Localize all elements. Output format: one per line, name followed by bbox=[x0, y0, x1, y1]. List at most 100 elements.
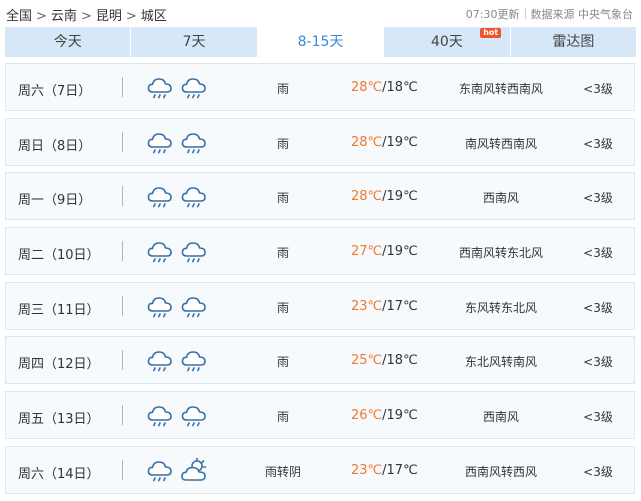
rain-cloud-icon bbox=[181, 296, 206, 318]
forecast-day: 周一（9日） bbox=[18, 193, 92, 209]
weather-text: 雨转阴 bbox=[264, 464, 301, 479]
weather-icons bbox=[146, 402, 216, 430]
tab-label: 7天 bbox=[182, 34, 206, 50]
rain-cloud-icon bbox=[147, 242, 172, 263]
breadcrumb-city[interactable]: 昆明 bbox=[96, 9, 122, 24]
tab-8-15-days[interactable]: 8-15天 bbox=[257, 27, 385, 57]
row-divider bbox=[122, 295, 123, 316]
rain-cloud-icon bbox=[147, 406, 172, 427]
data-source: 数据来源 中央气象台 bbox=[530, 8, 634, 21]
breadcrumb-separator: > bbox=[125, 9, 137, 24]
weather-icons bbox=[146, 457, 216, 485]
temperature: 26℃/19℃ bbox=[351, 408, 418, 423]
forecast-day: 周五（13日） bbox=[18, 412, 100, 428]
forecast-day: 周二（10日） bbox=[18, 248, 100, 264]
wind-direction: 东北风转南风 bbox=[464, 355, 537, 370]
tab-40-days[interactable]: 40天 hot bbox=[384, 27, 511, 57]
forecast-tabs: 今天 7天 8-15天 40天 hot 雷达图 bbox=[5, 27, 636, 57]
forecast-row: 周二（10日） 雨 27℃/19℃ 西南风转东北风 <3级 bbox=[5, 227, 635, 276]
row-divider bbox=[122, 350, 123, 371]
temperature: 28℃/19℃ bbox=[351, 135, 418, 150]
update-meta: 07:30更新 数据来源 中央气象台 bbox=[466, 6, 633, 22]
breadcrumb-province[interactable]: 云南 bbox=[51, 9, 77, 24]
wind-level: <3级 bbox=[583, 82, 613, 96]
breadcrumb-district: 城区 bbox=[140, 9, 167, 24]
forecast-day: 周六（14日） bbox=[18, 466, 100, 482]
rain-cloud-icon bbox=[147, 461, 172, 482]
tab-label: 8-15天 bbox=[297, 34, 344, 50]
weather-text: 雨 bbox=[276, 410, 289, 425]
row-divider bbox=[122, 77, 123, 97]
tab-label: 40天 bbox=[431, 34, 463, 50]
forecast-list: 周六（7日）雨 28℃/18℃ 东南风转西南风 <3级 周日（8日）雨 28℃/19℃ 南风… bbox=[5, 63, 635, 501]
wind-level: <3级 bbox=[583, 355, 613, 370]
high-temp: 23℃ bbox=[351, 462, 383, 478]
forecast-row: 周五（13日） 雨 26℃/19℃ 西南风 <3级 bbox=[5, 391, 635, 440]
tab-today[interactable]: 今天 bbox=[5, 27, 132, 57]
temperature: 23℃/17℃ bbox=[351, 463, 418, 478]
wind-direction: 西南风转西风 bbox=[464, 464, 537, 479]
wind-direction: 西南风 bbox=[482, 191, 519, 206]
rain-cloud-icon bbox=[181, 132, 206, 154]
rain-cloud-icon bbox=[181, 242, 206, 263]
forecast-day: 周四（12日） bbox=[18, 357, 100, 373]
weather-text: 雨 bbox=[276, 82, 289, 96]
weather-text: 雨 bbox=[276, 300, 289, 315]
rain-cloud-icon bbox=[147, 187, 172, 208]
partly-cloudy-icon bbox=[181, 457, 207, 481]
rain-cloud-icon bbox=[147, 351, 172, 372]
weather-icons bbox=[146, 347, 216, 375]
rain-cloud-icon bbox=[147, 78, 172, 99]
low-temp: /19℃ bbox=[382, 408, 418, 424]
row-divider bbox=[122, 186, 123, 207]
low-temp: /18℃ bbox=[382, 353, 418, 369]
weather-icons bbox=[146, 129, 216, 157]
forecast-row: 周六（7日） 雨 28℃/18℃ 东南风转西南风 <3级 bbox=[5, 63, 635, 111]
high-temp: 23℃ bbox=[351, 298, 383, 314]
wind-level: <3级 bbox=[583, 410, 613, 425]
low-temp: /18℃ bbox=[382, 80, 418, 95]
wind-level: <3级 bbox=[583, 191, 613, 206]
forecast-row: 周三（11日） 雨 23℃/17℃ 东风转东北风 <3级 bbox=[5, 281, 635, 330]
row-divider bbox=[122, 241, 123, 262]
low-temp: /19℃ bbox=[382, 189, 418, 205]
high-temp: 27℃ bbox=[351, 244, 383, 260]
weather-icons bbox=[146, 293, 216, 321]
rain-cloud-icon bbox=[147, 132, 172, 154]
weather-text: 雨 bbox=[276, 246, 289, 261]
rain-cloud-icon bbox=[147, 296, 172, 318]
tab-7-days[interactable]: 7天 bbox=[131, 27, 258, 57]
weather-text: 雨 bbox=[276, 191, 289, 206]
tab-radar[interactable]: 雷达图 bbox=[511, 27, 636, 57]
wind-direction: 南风转西南风 bbox=[464, 136, 537, 151]
rain-cloud-icon bbox=[181, 187, 206, 208]
high-temp: 28℃ bbox=[351, 80, 383, 95]
hot-badge: hot bbox=[480, 28, 502, 38]
breadcrumb-national[interactable]: 全国 bbox=[6, 9, 32, 24]
tab-label: 雷达图 bbox=[552, 34, 595, 50]
top-bar: 全国 > 云南 > 昆明 > 城区 07:30更新 数据来源 中央气象台 bbox=[0, 0, 641, 26]
weather-icons bbox=[146, 183, 216, 211]
wind-direction: 东风转东北风 bbox=[464, 300, 537, 315]
rain-cloud-icon bbox=[181, 406, 206, 427]
high-temp: 25℃ bbox=[351, 353, 383, 369]
forecast-row: 周六（14日） 雨转阴 23℃/17℃ 西南风转西风 <3级 bbox=[5, 445, 635, 494]
weather-icons bbox=[146, 74, 216, 102]
forecast-day: 周六（7日） bbox=[18, 84, 92, 99]
high-temp: 26℃ bbox=[351, 408, 383, 424]
weather-text: 雨 bbox=[276, 355, 289, 370]
tab-label: 今天 bbox=[53, 34, 82, 50]
rain-cloud-icon bbox=[181, 78, 206, 99]
temperature: 28℃/19℃ bbox=[351, 189, 418, 204]
forecast-row: 周一（9日） 雨 28℃/19℃ 西南风 <3级 bbox=[5, 172, 635, 221]
breadcrumb: 全国 > 云南 > 昆明 > 城区 bbox=[6, 5, 167, 24]
high-temp: 28℃ bbox=[351, 189, 383, 205]
weather-icons bbox=[146, 238, 216, 266]
row-divider bbox=[122, 459, 123, 480]
low-temp: /19℃ bbox=[382, 244, 418, 260]
wind-direction: 东南风转西南风 bbox=[458, 82, 543, 96]
weather-text: 雨 bbox=[276, 136, 289, 151]
meta-divider bbox=[524, 8, 526, 19]
forecast-day: 周日（8日） bbox=[18, 138, 92, 154]
temperature: 25℃/18℃ bbox=[351, 353, 418, 368]
